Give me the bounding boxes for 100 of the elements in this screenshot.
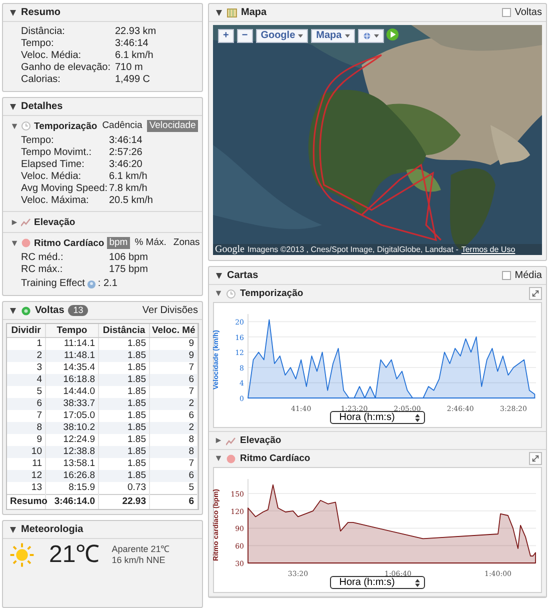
column-header[interactable]: Dividir — [7, 324, 46, 338]
expand-button[interactable] — [529, 287, 542, 300]
stat-label: Tempo: — [21, 38, 55, 50]
table-cell: 1.85 — [98, 446, 150, 458]
stat-value: 3:46:14 — [109, 135, 144, 147]
stat-value: 106 bpm — [109, 252, 149, 264]
stat-value: : 2.1 — [98, 278, 118, 290]
table-cell: 11:48.1 — [46, 350, 98, 362]
x-axis-dropdown[interactable]: Hora (h:m:s) — [330, 411, 425, 424]
section-title: Temporização — [240, 288, 304, 299]
table-cell: 5 — [150, 482, 198, 494]
stat-label: Ganho de elevação: — [21, 62, 112, 74]
zoom-in-button[interactable]: + — [218, 29, 234, 43]
map-icon — [227, 8, 237, 18]
column-header[interactable]: Tempo — [46, 324, 98, 338]
table-cell: 1.85 — [98, 398, 150, 410]
disclosure-icon[interactable] — [215, 290, 222, 297]
table-cell: 8:15.9 — [46, 482, 98, 494]
panel-title: Resumo — [21, 7, 60, 18]
table-cell: 1.85 — [98, 374, 150, 386]
apparent-temperature: Aparente 21℃ — [112, 544, 170, 555]
stat-label: Training Effect — [21, 278, 85, 290]
table-cell: 1.85 — [98, 350, 150, 362]
table-cell: 4 — [7, 374, 46, 386]
disclosure-icon[interactable] — [215, 8, 223, 16]
caret-icon — [374, 34, 379, 38]
stat-value: 6.1 km/h — [109, 171, 148, 183]
checkbox-label: Voltas — [514, 7, 542, 18]
summary-cell: Resumo — [7, 494, 46, 509]
table-cell: 16:26.8 — [46, 470, 98, 482]
stat-value: 3:46:14 — [115, 38, 150, 50]
table-cell: 8 — [150, 446, 198, 458]
globe-icon — [362, 32, 371, 40]
column-header[interactable]: Distância — [98, 324, 150, 338]
table-cell: 10 — [7, 446, 46, 458]
stat-value: 6.1 km/h — [115, 50, 154, 62]
table-cell: 38:10.2 — [46, 422, 98, 434]
map-type-dropdown[interactable]: Mapa — [311, 29, 355, 43]
panel-title: Voltas — [35, 305, 64, 316]
section-title: Temporização — [34, 120, 98, 132]
panel-title: Meteorologia — [21, 524, 84, 535]
map-provider-dropdown[interactable]: Google — [256, 29, 308, 43]
stat-label: Tempo: — [21, 135, 54, 147]
disclosure-icon[interactable] — [11, 240, 18, 246]
disclosure-icon[interactable] — [9, 8, 17, 16]
table-cell: 6 — [150, 470, 198, 482]
disclosure-icon[interactable] — [215, 455, 222, 462]
stat-value: 2:57:26 — [109, 147, 144, 159]
table-cell: 38:33.7 — [46, 398, 98, 410]
expand-icon — [531, 454, 540, 463]
stepper-arrows-icon — [414, 578, 420, 586]
table-cell: 2 — [150, 398, 198, 410]
table-cell: 12:38.8 — [46, 446, 98, 458]
wind-speed: 16 km/h NNE — [112, 555, 166, 566]
view-option[interactable]: Zonas — [171, 237, 202, 249]
disclosure-icon[interactable] — [215, 437, 222, 444]
summary-cell: 22.93 — [98, 494, 150, 509]
stat-label: Tempo Movimt.: — [21, 147, 93, 159]
laps-checkbox[interactable] — [502, 8, 511, 17]
map-logo: Google — [215, 244, 244, 255]
table-cell: 16:18.8 — [46, 374, 98, 386]
disclosure-icon[interactable] — [11, 122, 18, 130]
disclosure-icon[interactable] — [215, 272, 223, 280]
elevation-icon — [226, 436, 236, 446]
x-axis-dropdown[interactable]: Hora (h:m:s) — [330, 576, 425, 589]
table-cell: 12 — [7, 470, 46, 482]
panel-title: Cartas — [227, 270, 258, 281]
section-title: Ritmo Cardíaco — [34, 238, 104, 248]
disclosure-icon[interactable] — [11, 218, 18, 226]
panel-title: Mapa — [241, 7, 267, 18]
zoom-out-button[interactable]: − — [236, 29, 253, 43]
terms-link[interactable]: Termos de Uso — [461, 245, 516, 254]
table-cell: 9 — [150, 350, 198, 362]
stat-label: RC méd.: — [21, 252, 64, 264]
view-option[interactable]: % Máx. — [132, 237, 168, 249]
average-checkbox[interactable] — [502, 271, 511, 280]
laps-icon — [21, 306, 31, 316]
table-cell: 0.73 — [98, 482, 150, 494]
start-marker-icon — [386, 28, 399, 41]
checkbox-label: Média — [514, 270, 542, 281]
disclosure-icon[interactable] — [9, 306, 17, 314]
table-cell: 6 — [150, 374, 198, 386]
summary-cell: 3:46:14.0 — [46, 494, 98, 509]
view-option[interactable]: bpm — [107, 237, 130, 249]
stat-value: 20.5 km/h — [109, 195, 154, 207]
column-header[interactable]: Veloc. Mé — [150, 324, 198, 338]
summary-cell: 6 — [150, 494, 198, 509]
disclosure-icon[interactable] — [9, 102, 17, 110]
stat-label: Distância: — [21, 26, 66, 38]
stat-label: RC máx.: — [21, 264, 64, 276]
stat-value: 1,499 C — [115, 74, 152, 86]
panel-title: Detalhes — [21, 101, 63, 112]
expand-button[interactable] — [529, 452, 542, 465]
stat-label: Calorias: — [21, 74, 62, 86]
disclosure-icon[interactable] — [9, 526, 17, 534]
layers-dropdown[interactable] — [358, 29, 384, 43]
table-cell: 2 — [7, 350, 46, 362]
view-option[interactable]: Velocidade — [147, 120, 198, 132]
view-option[interactable]: Cadência — [100, 120, 144, 132]
view-splits-link[interactable]: Ver Divisões — [142, 305, 198, 316]
